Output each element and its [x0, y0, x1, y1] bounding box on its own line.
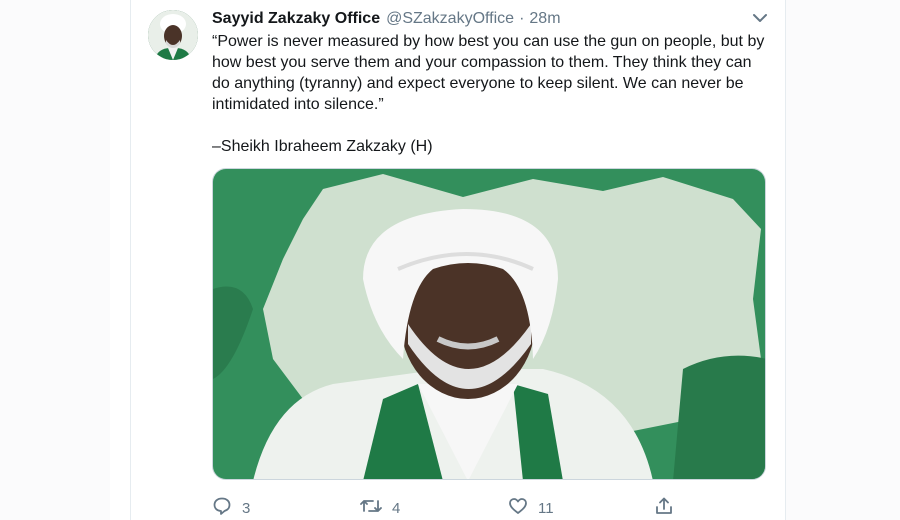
right-background: [786, 0, 900, 520]
retweet-icon: [360, 496, 392, 520]
tweet-header: Sayyid Zakzaky Office @SZakzakyOffice · …: [212, 8, 561, 30]
author-name[interactable]: Sayyid Zakzaky Office: [212, 10, 380, 28]
left-background: [0, 0, 110, 520]
author-handle[interactable]: @SZakzakyOffice: [386, 10, 514, 28]
reply-button[interactable]: 3: [212, 496, 250, 520]
chevron-down-icon[interactable]: [750, 8, 770, 28]
tweet-actions: 3 4 11: [212, 496, 772, 520]
tweet-attribution: –Sheikh Ibraheem Zakzaky (H): [212, 138, 433, 155]
retweet-count: 4: [392, 499, 401, 517]
share-button[interactable]: [654, 496, 684, 520]
retweet-button[interactable]: 4: [360, 496, 400, 520]
share-icon: [654, 496, 684, 520]
reply-icon: [212, 496, 242, 520]
heart-icon: [508, 496, 538, 520]
separator-dot: ·: [519, 10, 525, 27]
reply-count: 3: [242, 499, 251, 517]
avatar[interactable]: [148, 10, 198, 60]
tweet-image[interactable]: [212, 168, 766, 480]
portrait-photo-icon: [213, 169, 765, 479]
tweet-text: “Power is never measured by how best you…: [212, 33, 765, 113]
like-count: 11: [538, 499, 554, 517]
timestamp[interactable]: 28m: [529, 10, 560, 28]
like-button[interactable]: 11: [508, 496, 554, 520]
